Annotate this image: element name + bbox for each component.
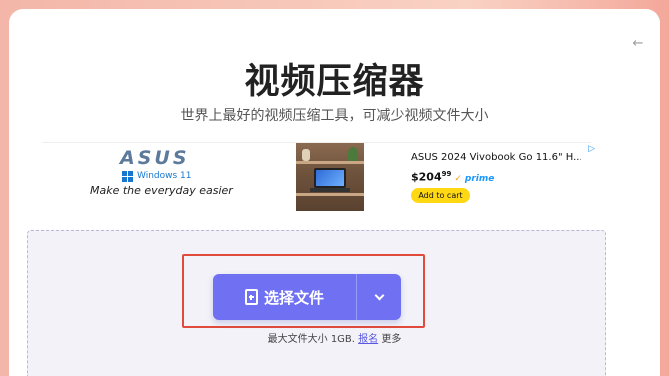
shelf [296,161,364,164]
ad-product-info: ASUS 2024 Vivobook Go 11.6" H... $20499 … [411,143,595,213]
ad-choices-icon[interactable]: ▷ [588,144,595,154]
upload-button-group: 选择文件 [213,274,401,320]
product-price-cents: 99 [441,170,452,178]
back-arrow-icon[interactable]: ← [630,36,646,52]
ad-banner[interactable]: ASUS Windows 11 Make the everyday easier… [42,142,595,213]
prime-label: prime [464,173,495,184]
chevron-down-icon [374,290,384,300]
add-to-cart-button[interactable]: Add to cart [411,188,470,203]
page-title: 视频压缩器 [244,62,425,102]
laptop-product-image[interactable] [296,143,364,211]
windows-logo-icon [122,170,133,182]
file-size-limit: 最大文件大小 1GB. 报名 更多 [0,330,669,345]
shelf [296,193,364,196]
laptop-screen [314,168,346,188]
signup-link[interactable]: 报名 [358,334,378,345]
prime-check-icon: ✓ [454,173,462,184]
ad-tagline: Make the everyday easier [90,184,233,197]
file-plus-icon [244,289,258,305]
choose-file-button[interactable]: 选择文件 [213,274,356,320]
laptop-base [310,188,350,192]
vase-icon [302,149,310,161]
windows-badge: Windows 11 [122,170,192,182]
page-subtitle: 世界上最好的视频压缩工具，可减少视频文件大小 [180,108,489,124]
price-row: $20499 ✓ prime [411,170,494,184]
plant-icon [348,147,358,161]
limit-text: 最大文件大小 1GB. [267,334,355,345]
product-name[interactable]: ASUS 2024 Vivobook Go 11.6" H... [411,152,581,163]
upload-source-dropdown[interactable] [357,274,401,320]
choose-file-label: 选择文件 [263,288,324,307]
ad-brand-panel: ASUS Windows 11 Make the everyday easier [42,143,282,213]
product-price: $20499 [411,170,452,184]
limit-more: 更多 [381,334,402,345]
asus-logo: ASUS [120,147,190,169]
windows-label: Windows 11 [137,171,192,181]
